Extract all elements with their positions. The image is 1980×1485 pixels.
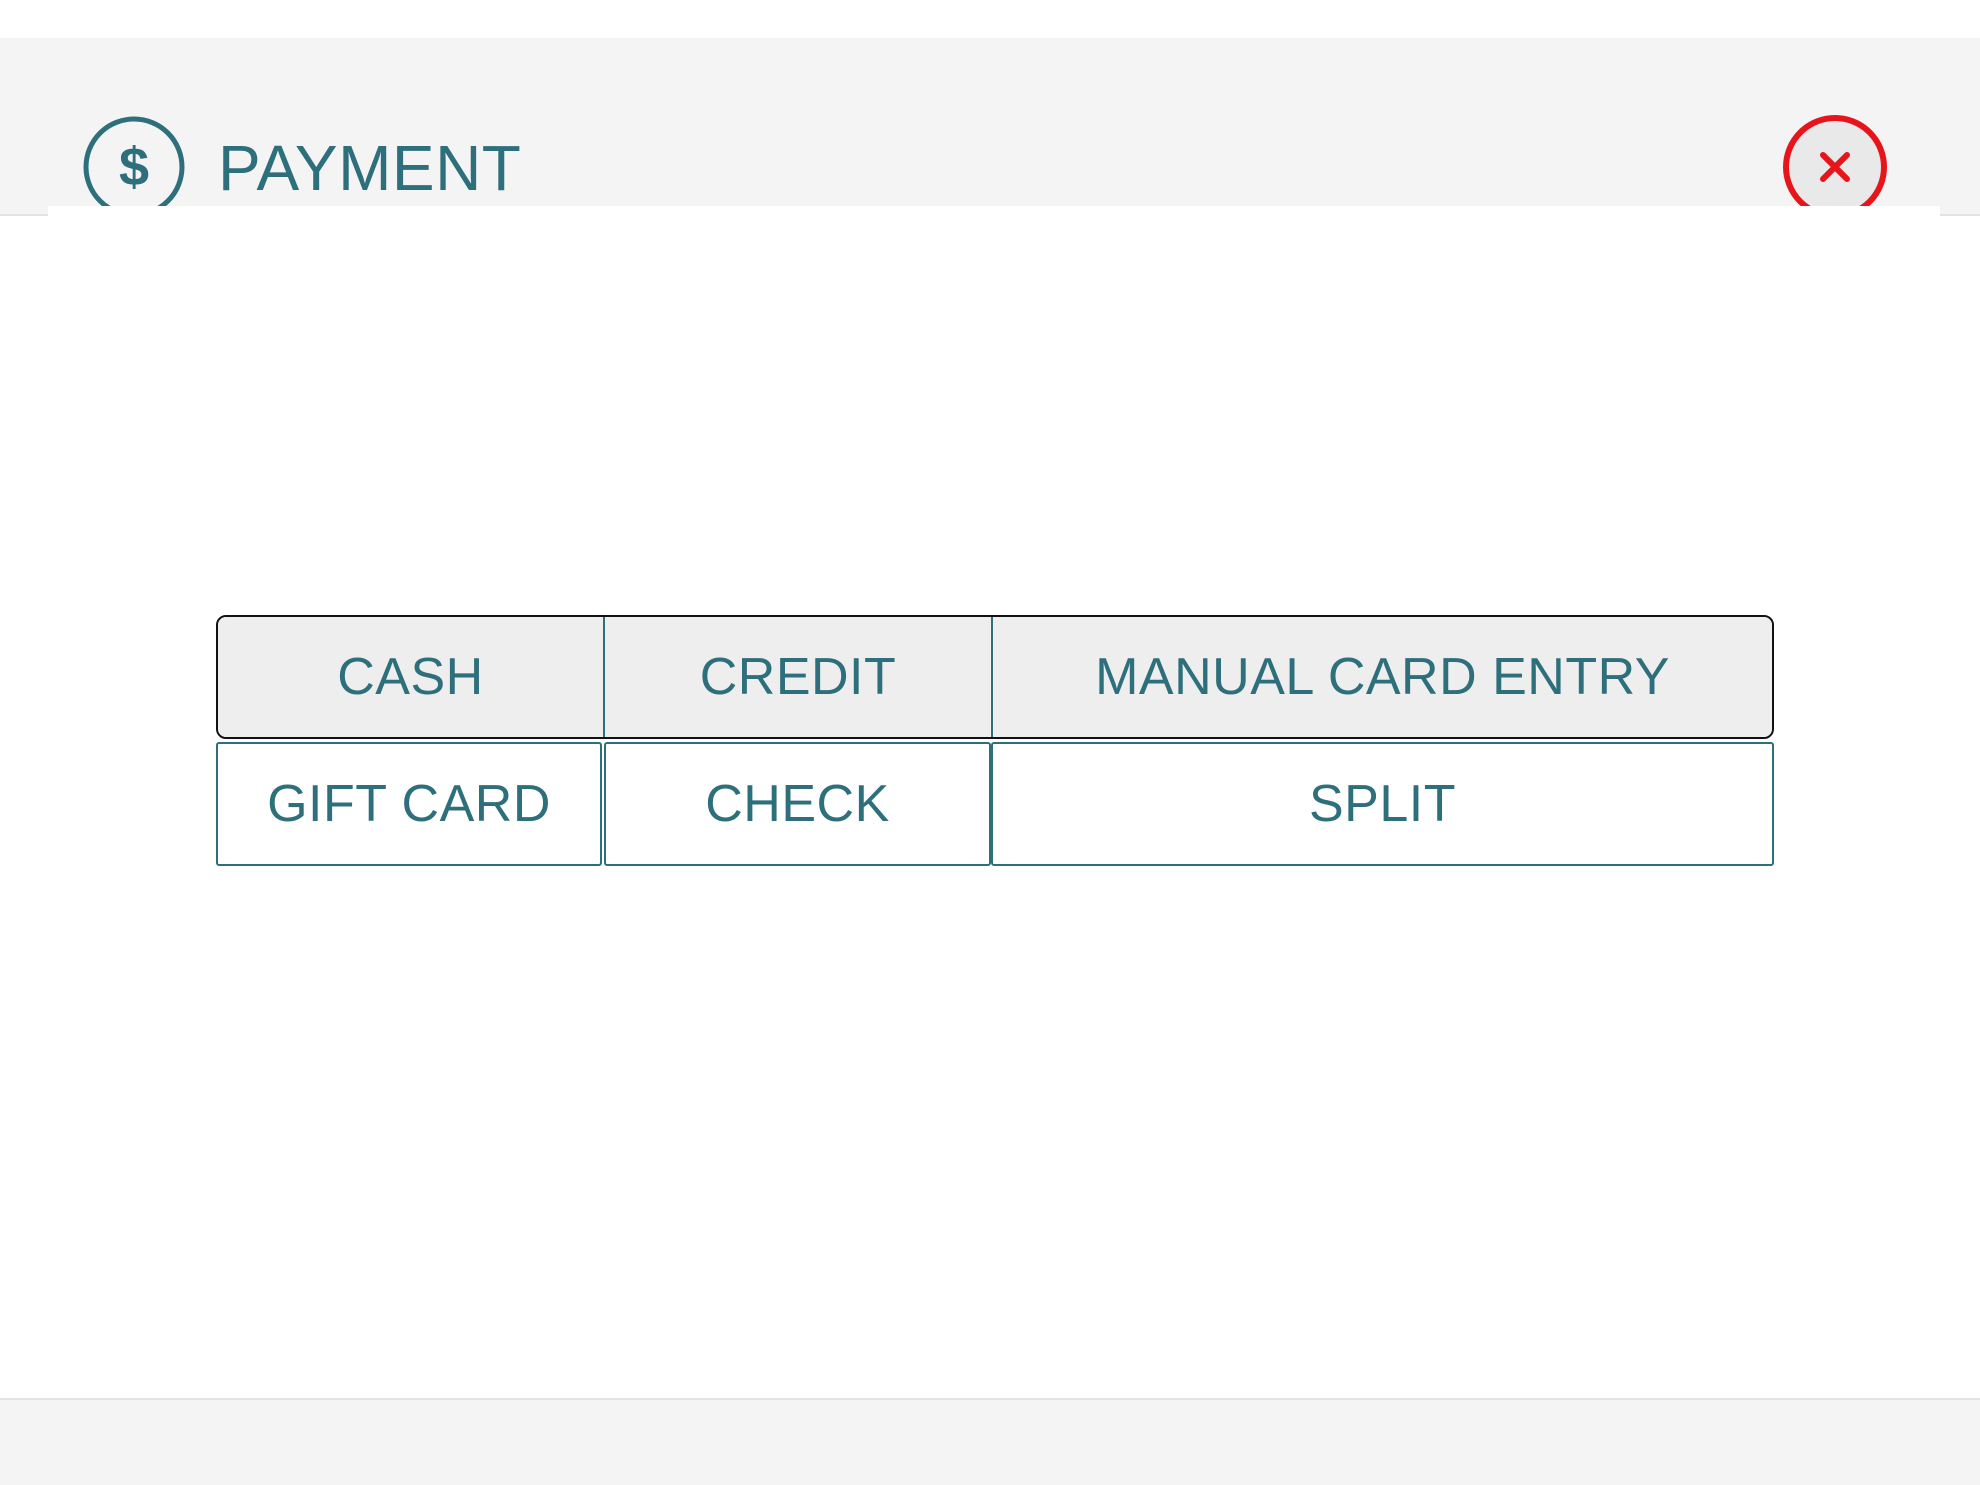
payment-options-row-1: CASH CREDIT MANUAL CARD ENTRY	[216, 615, 1774, 739]
manual-card-entry-button[interactable]: MANUAL CARD ENTRY	[993, 617, 1772, 737]
split-button[interactable]: SPLIT	[991, 742, 1774, 866]
payment-options: CASH CREDIT MANUAL CARD ENTRY GIFT CARD …	[216, 615, 1774, 866]
dialog-header: $ PAYMENT	[0, 38, 1980, 219]
gift-card-button[interactable]: GIFT CARD	[216, 742, 602, 866]
dialog-title: PAYMENT	[218, 132, 522, 204]
payment-dialog: $ PAYMENT CASH CREDIT MANUAL CARD ENTRY …	[0, 0, 1980, 1485]
credit-button[interactable]: CREDIT	[605, 617, 993, 737]
payment-options-row-2: GIFT CARD CHECK SPLIT	[216, 742, 1774, 866]
dialog-footer	[0, 1398, 1980, 1485]
close-button[interactable]	[1783, 115, 1887, 219]
header-divider	[48, 206, 1940, 220]
dollar-circle-icon: $	[82, 115, 186, 219]
check-button[interactable]: CHECK	[604, 742, 991, 866]
svg-text:$: $	[119, 137, 149, 197]
cash-button[interactable]: CASH	[218, 617, 605, 737]
